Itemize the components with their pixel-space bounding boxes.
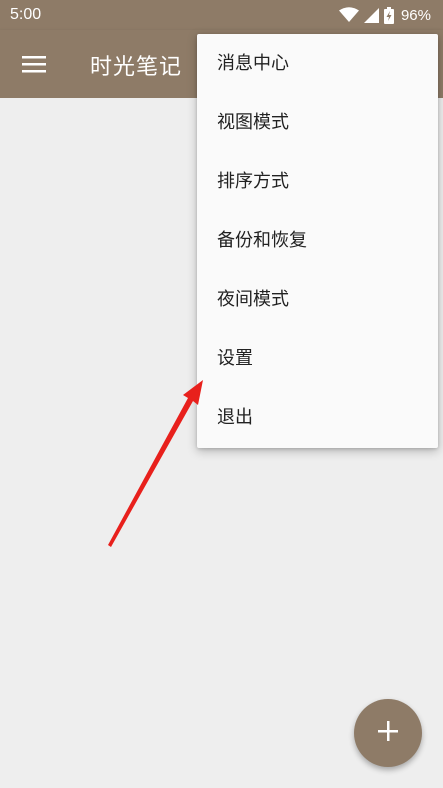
battery-percent: 96% — [400, 6, 431, 24]
wifi-icon — [338, 7, 359, 23]
plus-icon — [377, 720, 399, 746]
status-time: 5:00 — [10, 6, 42, 23]
add-note-fab[interactable] — [354, 699, 422, 767]
menu-item-settings[interactable]: 设置 — [197, 330, 438, 388]
menu-item-night-mode[interactable]: 夜间模式 — [197, 271, 438, 329]
overflow-menu: 消息中心 视图模式 排序方式 备份和恢复 夜间模式 设置 退出 — [197, 34, 438, 448]
signal-icon — [363, 7, 379, 23]
menu-item-exit[interactable]: 退出 — [197, 389, 438, 447]
status-bar: 5:00 96% — [0, 0, 443, 30]
menu-item-sort-order[interactable]: 排序方式 — [197, 153, 438, 211]
app-title: 时光笔记 — [90, 55, 183, 80]
hamburger-menu-icon[interactable] — [22, 54, 46, 74]
menu-item-view-mode[interactable]: 视图模式 — [197, 94, 438, 152]
menu-item-message-center[interactable]: 消息中心 — [197, 35, 438, 93]
menu-item-backup-restore[interactable]: 备份和恢复 — [197, 212, 438, 270]
battery-charging-icon — [383, 6, 394, 24]
status-icons: 96% — [338, 6, 431, 24]
